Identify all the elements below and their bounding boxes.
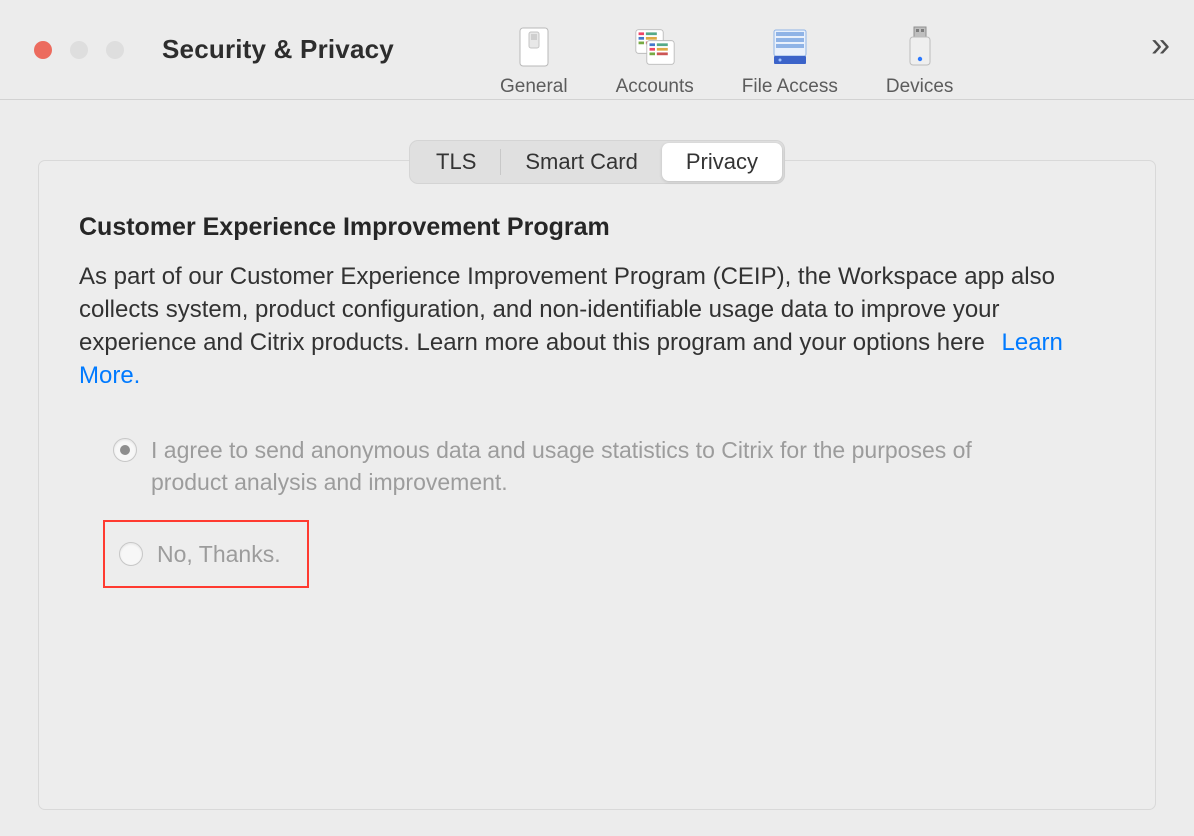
highlight-box: No, Thanks. [103, 520, 309, 588]
segment-tls[interactable]: TLS [412, 143, 500, 181]
tab-devices[interactable]: Devices [886, 26, 954, 98]
option-agree[interactable]: I agree to send anonymous data and usage… [103, 426, 1115, 506]
toolbar-overflow-button[interactable]: » [1151, 26, 1170, 65]
tab-label: File Access [742, 76, 838, 98]
zoom-button[interactable] [106, 41, 124, 59]
ceip-options: I agree to send anonymous data and usage… [103, 426, 1115, 588]
tab-accounts[interactable]: Accounts [616, 26, 694, 98]
minimize-button[interactable] [70, 41, 88, 59]
section-title: Customer Experience Improvement Program [79, 213, 1115, 242]
segment-label: Privacy [686, 149, 758, 175]
close-button[interactable] [34, 41, 52, 59]
window-controls [34, 41, 124, 59]
radio-icon [113, 438, 137, 462]
accounts-icon [634, 26, 676, 68]
description-text: As part of our Customer Experience Impro… [79, 263, 1055, 356]
segmented-control: TLS Smart Card Privacy [409, 140, 785, 184]
titlebar: Security & Privacy General [0, 0, 1194, 100]
chevrons-icon: » [1151, 26, 1170, 64]
segment-privacy[interactable]: Privacy [662, 143, 782, 181]
segment-smart-card[interactable]: Smart Card [501, 143, 661, 181]
tab-label: General [500, 76, 568, 98]
segment-label: TLS [436, 149, 476, 175]
section-description: As part of our Customer Experience Impro… [79, 260, 1089, 392]
tab-general[interactable]: General [500, 26, 568, 98]
tab-file-access[interactable]: File Access [742, 26, 838, 98]
switch-icon [513, 26, 555, 68]
usb-drive-icon [899, 26, 941, 68]
drive-icon [769, 26, 811, 68]
privacy-panel: Customer Experience Improvement Program … [38, 160, 1156, 810]
preferences-window: Security & Privacy General [0, 0, 1194, 836]
tab-label: Devices [886, 76, 954, 98]
content-area: Customer Experience Improvement Program … [0, 100, 1194, 836]
radio-icon [119, 542, 143, 566]
segment-label: Smart Card [525, 149, 637, 175]
window-title: Security & Privacy [162, 34, 394, 65]
option-decline[interactable]: No, Thanks. [119, 538, 281, 570]
tab-label: Accounts [616, 76, 694, 98]
option-agree-label: I agree to send anonymous data and usage… [151, 434, 1051, 498]
option-decline-label: No, Thanks. [157, 538, 281, 570]
toolbar-tabs: General Accounts [500, 8, 953, 98]
